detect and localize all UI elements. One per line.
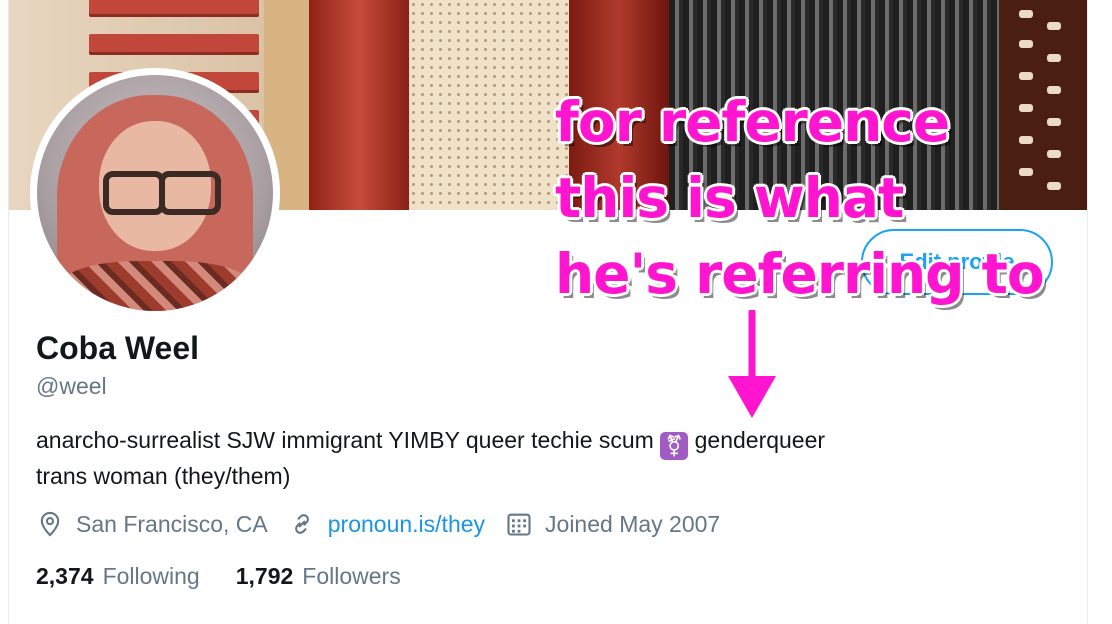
- profile-bio: anarcho-surrealist SJW immigrant YIMBY q…: [36, 424, 1036, 492]
- avatar[interactable]: [30, 68, 280, 318]
- following-count: 2,374: [36, 563, 94, 589]
- annotation-line-2: this is what: [555, 166, 904, 230]
- avatar-glasses-left: [103, 171, 165, 215]
- profile-location: San Francisco, CA: [36, 510, 268, 538]
- transgender-symbol-icon: ⚧: [660, 432, 689, 460]
- followers-link[interactable]: 1,792 Followers: [236, 563, 401, 590]
- avatar-glasses-right: [159, 171, 221, 215]
- website-link[interactable]: pronoun.is/they: [328, 511, 485, 538]
- joined-text: Joined May 2007: [545, 510, 721, 537]
- banner-grill: [409, 0, 569, 210]
- following-link[interactable]: 2,374 Following: [36, 563, 200, 590]
- annotation-line-1: for reference: [555, 90, 950, 154]
- location-pin-icon: [40, 511, 60, 537]
- profile-meta: San Francisco, CA pronoun.is/they Joined…: [36, 510, 740, 538]
- following-label: Following: [102, 563, 200, 589]
- bio-text-1: anarcho-surrealist SJW immigrant YIMBY q…: [36, 427, 654, 453]
- annotation-overlay: for reference this is what he's referrin…: [555, 84, 1045, 312]
- avatar-shirt: [61, 261, 251, 311]
- location-text: San Francisco, CA: [76, 510, 268, 537]
- display-name: Coba Weel: [36, 330, 199, 366]
- profile-stats: 2,374 Following 1,792 Followers: [36, 563, 437, 590]
- user-handle: @weel: [36, 373, 107, 399]
- profile-joined: Joined May 2007: [505, 510, 720, 538]
- link-icon: [294, 514, 309, 534]
- avatar-photo: [37, 75, 273, 311]
- followers-count: 1,792: [235, 563, 294, 589]
- bio-text-3: trans woman (they/them): [36, 463, 291, 489]
- bio-text-2: genderqueer: [694, 427, 826, 453]
- banner-red-panel: [309, 0, 409, 210]
- annotation-arrow-icon: [728, 310, 776, 418]
- followers-label: Followers: [302, 563, 401, 589]
- annotation-line-3: he's referring to: [555, 242, 1045, 306]
- profile-website[interactable]: pronoun.is/they: [288, 510, 485, 538]
- calendar-icon: [507, 513, 531, 536]
